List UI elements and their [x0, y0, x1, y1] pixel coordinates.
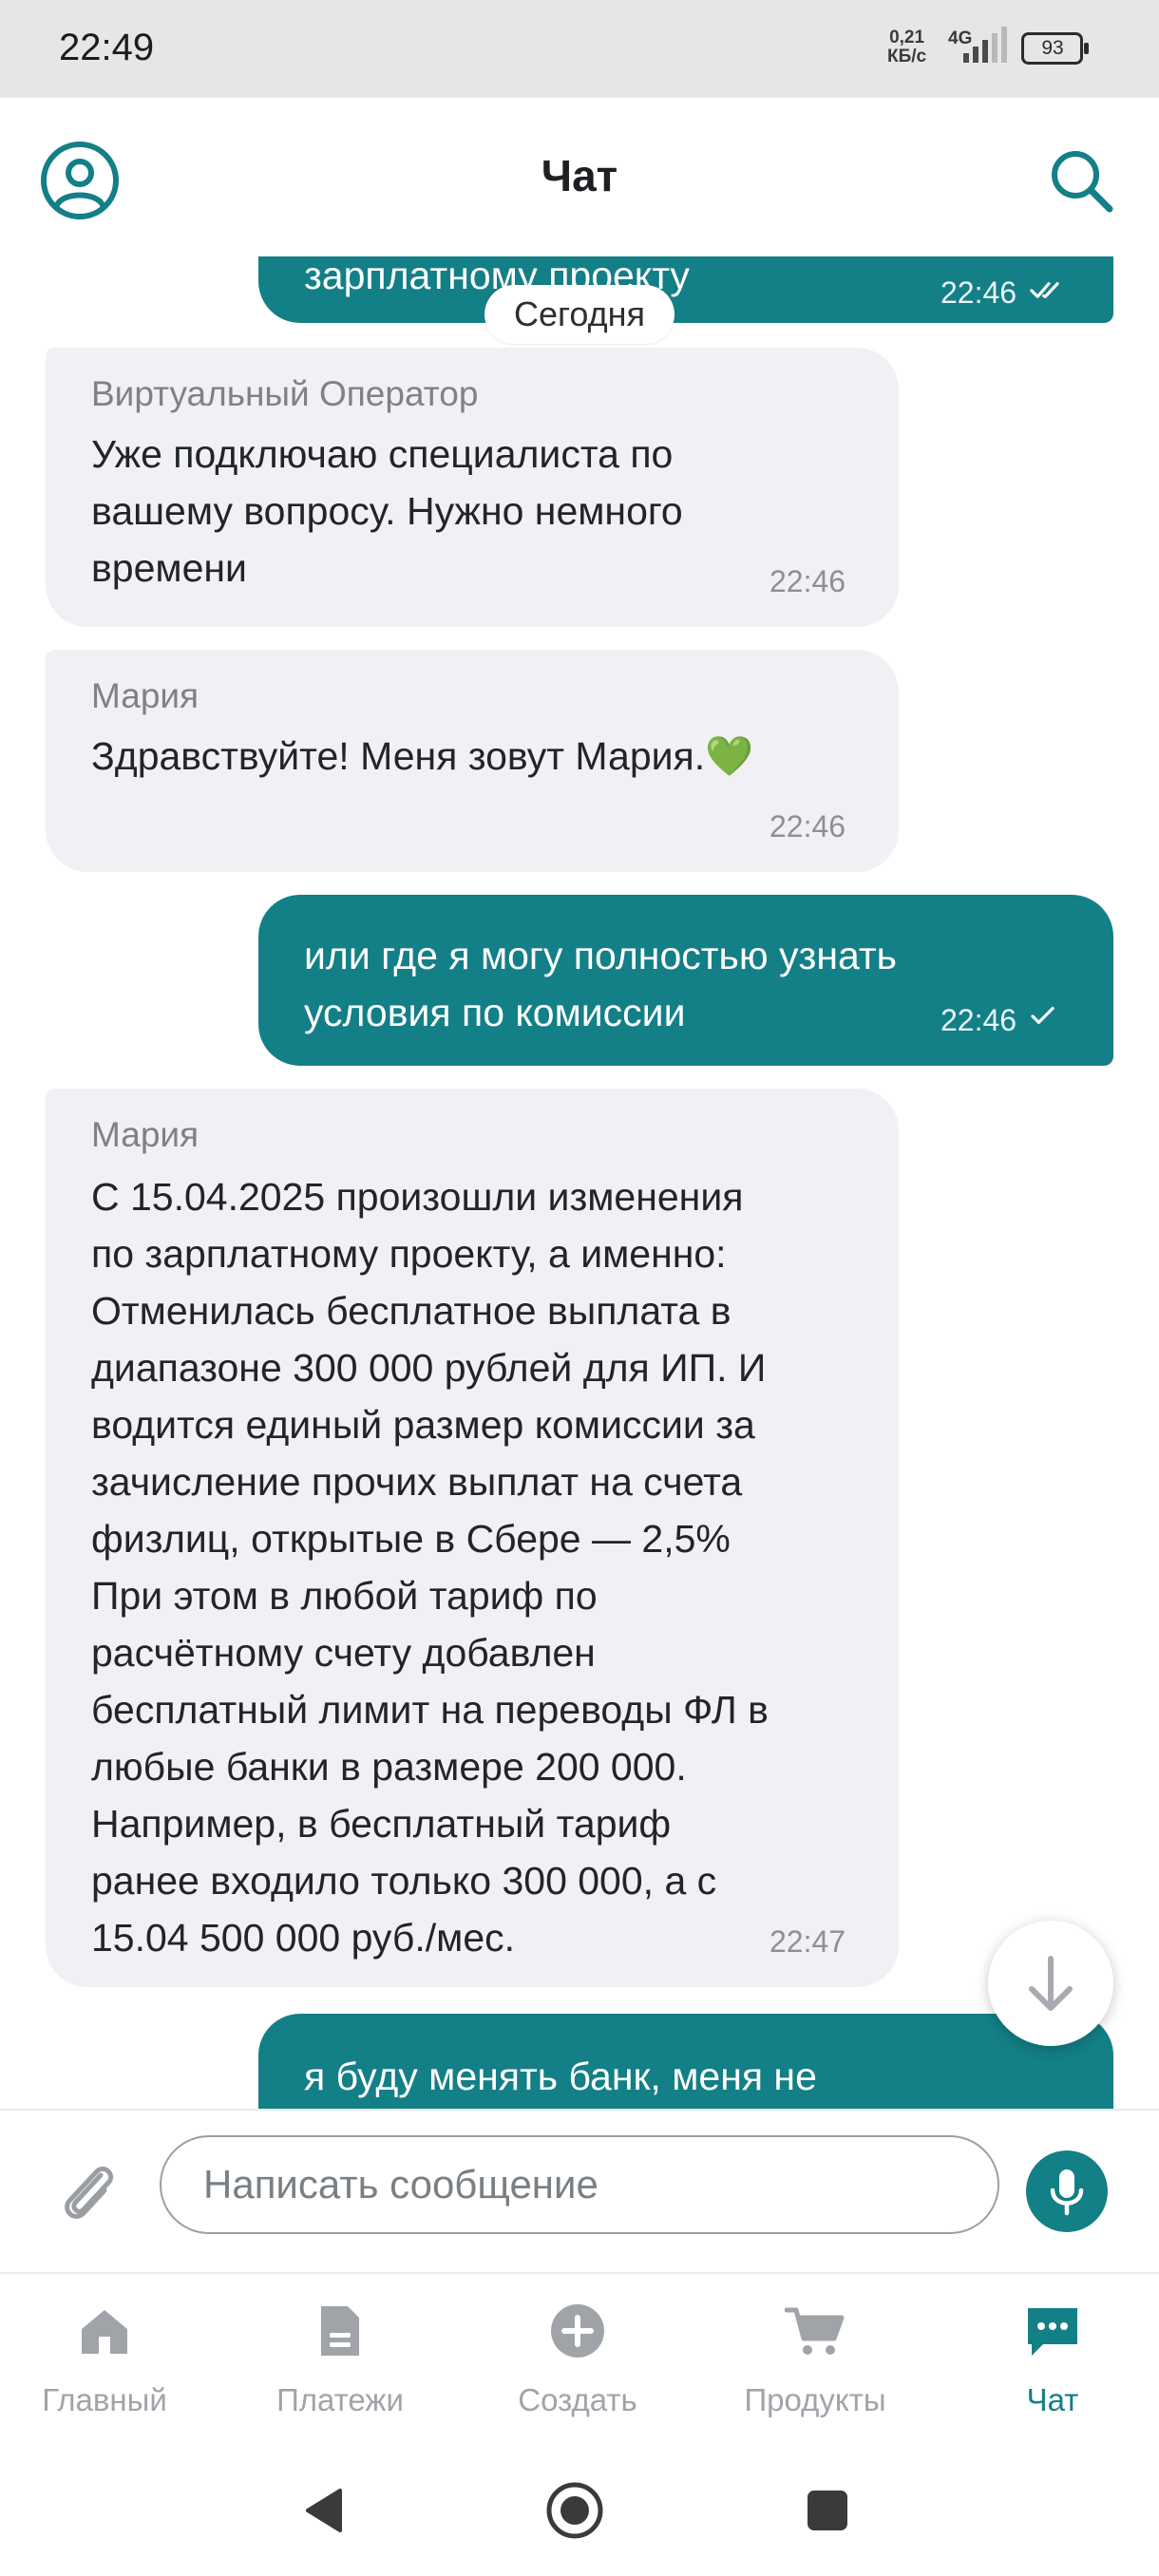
message-text: Уже подключаю специалиста по вашему вопр… — [91, 426, 683, 597]
message-text: Здравствуйте! Меня зовут Мария.💚 — [91, 734, 754, 778]
nav-label: Платежи — [276, 2382, 404, 2417]
message-time: 22:46 — [770, 809, 846, 843]
message-bubble-incoming[interactable]: Мария Здравствуйте! Меня зовут Мария.💚 2… — [46, 650, 899, 872]
message-bubble-outgoing[interactable]: или где я могу полностью узнать условия … — [258, 895, 1113, 1066]
network-speed-unit: КБ/с — [887, 47, 927, 66]
chat-feed[interactable]: зарплатному проекту 22:46 Сегодня Виртуа… — [0, 256, 1159, 2109]
nav-item-products[interactable]: Продукты — [720, 2291, 910, 2434]
back-icon[interactable] — [291, 2477, 357, 2544]
plus-circle-icon — [551, 2304, 604, 2358]
message-time: 22:46 — [940, 1003, 1017, 1037]
check-icon — [1031, 1007, 1054, 1024]
message-line: времени — [91, 546, 247, 590]
message-line: 15.04 500 000 руб./мес. — [91, 1916, 516, 1960]
network-speed: 0,21 КБ/с — [887, 28, 926, 66]
message-line: Уже подключаю специалиста по — [91, 432, 674, 476]
nav-label: Создать — [518, 2382, 637, 2417]
message-text: я буду менять банк, меня не — [304, 2055, 817, 2098]
message-bubble-incoming[interactable]: Виртуальный Оператор Уже подключаю специ… — [46, 348, 899, 627]
home-icon — [82, 2310, 127, 2354]
battery-level: 93 — [1041, 37, 1064, 59]
message-line: С 15.04.2025 произошли изменения — [91, 1175, 744, 1219]
message-line: или где я могу полностью узнать — [304, 934, 898, 977]
message-line: При этом в любой тариф по — [91, 1574, 598, 1618]
paperclip-icon[interactable] — [51, 2154, 124, 2226]
nav-label: Продукты — [744, 2382, 886, 2417]
message-line: ранее входило только 300 000, а с — [91, 1859, 717, 1903]
nav-label: Чат — [1026, 2382, 1079, 2417]
nav-item-create[interactable]: Создать — [483, 2291, 673, 2434]
home-button-icon[interactable] — [542, 2477, 608, 2544]
message-text: или где я могу полностью узнать условия … — [304, 927, 897, 1041]
message-input[interactable] — [160, 2135, 999, 2234]
scroll-to-bottom-button[interactable] — [988, 1921, 1113, 2046]
message-sender: Мария — [91, 1115, 200, 1154]
arrow-down-icon — [1029, 1956, 1073, 2011]
network-speed-value: 0,21 — [889, 28, 925, 47]
chat-icon — [1028, 2308, 1077, 2356]
message-bubble-outgoing[interactable]: зарплатному проекту 22:46 — [258, 256, 1113, 323]
page-title: Чат — [541, 151, 618, 200]
message-bubble-incoming[interactable]: Мария С 15.04.2025 произошли изменения п… — [46, 1089, 899, 1987]
message-time: 22:46 — [770, 564, 846, 598]
message-line: зачисление прочих выплат на счета — [91, 1460, 743, 1504]
message-line: водится единый размер комиссии за — [91, 1403, 755, 1447]
message-line: расчётному счету добавлен — [91, 1631, 596, 1675]
message-sender: Мария — [91, 676, 200, 715]
cart-icon — [785, 2307, 845, 2355]
nav-item-payments[interactable]: Платежи — [245, 2291, 435, 2434]
nav-item-chat[interactable]: Чат — [958, 2291, 1148, 2434]
message-line: физлиц, открытые в Сбере — 2,5% — [91, 1517, 731, 1561]
message-line: диапазоне 300 000 рублей для ИП. И — [91, 1346, 767, 1390]
message-line: бесплатный лимит на переводы ФЛ в — [91, 1688, 769, 1732]
nav-item-home[interactable]: Главный — [10, 2291, 200, 2434]
message-time: 22:46 — [940, 275, 1017, 310]
recents-icon[interactable] — [794, 2477, 861, 2544]
message-line: по зарплатному проекту, а именно: — [91, 1232, 727, 1276]
microphone-icon — [1050, 2169, 1084, 2216]
signal-icon — [963, 27, 1007, 63]
message-line: Отменилась бесплатное выплата в — [91, 1289, 732, 1333]
message-line: условия по комиссии — [304, 991, 686, 1034]
nav-label: Главный — [42, 2382, 167, 2417]
date-divider: Сегодня — [484, 285, 674, 344]
search-icon[interactable] — [1043, 142, 1119, 218]
message-line: Например, в бесплатный тариф — [91, 1802, 672, 1846]
message-line: вашему вопросу. Нужно немного — [91, 489, 683, 533]
voice-message-button[interactable] — [1026, 2150, 1108, 2232]
message-sender: Виртуальный Оператор — [91, 374, 479, 413]
message-time: 22:47 — [770, 1924, 846, 1959]
message-bubble-outgoing[interactable]: я буду менять банк, меня не — [258, 2014, 1113, 2109]
payments-icon — [321, 2306, 359, 2356]
status-time: 22:49 — [59, 27, 155, 68]
double-check-icon — [1030, 282, 1059, 298]
message-line: любые банки в размере 200 000. — [91, 1745, 687, 1789]
message-text: С 15.04.2025 произошли изменения по зарп… — [91, 1168, 769, 1966]
